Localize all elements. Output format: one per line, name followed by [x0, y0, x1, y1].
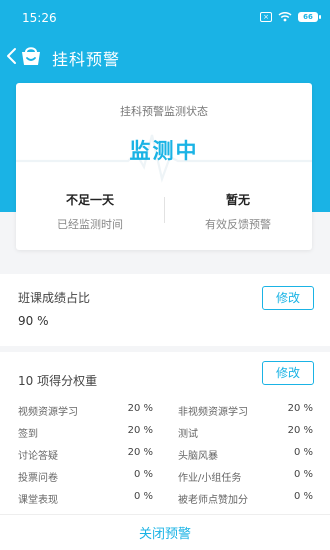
- sim-icon: ×: [260, 11, 272, 22]
- grade-ratio-value: 90 %: [18, 314, 49, 328]
- page-title: 挂科预警: [52, 50, 121, 69]
- monitor-subtitle: 挂科预警监测状态: [120, 105, 208, 118]
- weight-label: 被老师点赞加分: [178, 495, 248, 506]
- weight-label: 非视频资源学习: [178, 407, 248, 418]
- stat-value: 暂无: [225, 193, 250, 207]
- weight-value: 20 %: [287, 425, 313, 436]
- weight-value: 0 %: [293, 491, 313, 502]
- weight-label: 测试: [178, 429, 198, 440]
- weight-label: 签到: [18, 429, 38, 440]
- weight-value: 20 %: [127, 403, 153, 414]
- stat-label: 有效反馈预警: [205, 218, 271, 231]
- weight-label: 视频资源学习: [18, 407, 78, 418]
- weight-value: 20 %: [287, 403, 313, 414]
- grade-ratio-title: 班课成绩占比: [18, 291, 91, 305]
- app-logo-icon: [22, 47, 40, 65]
- weight-label: 课堂表现: [18, 495, 58, 506]
- stat-monitor-duration: 不足一天 已经监测时间: [16, 191, 164, 232]
- stat-label: 已经监测时间: [57, 218, 123, 231]
- back-arrow-icon[interactable]: [5, 46, 19, 66]
- stat-feedback-warnings: 暂无 有效反馈预警: [164, 191, 312, 232]
- status-time: 15:26: [22, 11, 57, 25]
- weights-section: 10 项得分权重 修改 视频资源学习 20 % 非视频资源学习 20 % 签到 …: [0, 352, 330, 514]
- wifi-icon: [278, 11, 292, 22]
- weight-row: 视频资源学习 20 % 非视频资源学习 20 %: [0, 403, 330, 421]
- weight-value: 20 %: [127, 425, 153, 436]
- bottom-bar: 关闭预警: [0, 514, 330, 550]
- weight-row: 投票问卷 0 % 作业/小组任务 0 %: [0, 469, 330, 487]
- weight-value: 0 %: [133, 469, 153, 480]
- weight-value: 0 %: [293, 469, 313, 480]
- weight-value: 0 %: [293, 447, 313, 458]
- weight-label: 作业/小组任务: [178, 473, 242, 484]
- nav-bar: 挂科预警: [0, 38, 330, 74]
- battery-icon: 66: [298, 11, 321, 22]
- weight-label: 讨论答疑: [18, 451, 58, 462]
- weight-label: 头脑风暴: [178, 451, 218, 462]
- weight-label: 投票问卷: [18, 473, 58, 484]
- stat-value: 不足一天: [65, 193, 114, 207]
- weight-row: 讨论答疑 20 % 头脑风暴 0 %: [0, 447, 330, 465]
- weight-value: 20 %: [127, 447, 153, 458]
- close-warning-button[interactable]: 关闭预警: [0, 523, 330, 542]
- status-bar: 15:26 × 66: [0, 0, 330, 36]
- grade-ratio-section: 班课成绩占比 修改 90 %: [0, 274, 330, 346]
- monitor-status: 监测中: [129, 139, 199, 163]
- monitor-status-card: 挂科预警监测状态 监测中 不足一天 已经监测时间 暂无 有效反馈预警: [16, 83, 312, 250]
- weights-title: 10 项得分权重: [18, 374, 98, 388]
- weight-row: 签到 20 % 测试 20 %: [0, 425, 330, 443]
- weight-value: 0 %: [133, 491, 153, 502]
- weight-row: 课堂表现 0 % 被老师点赞加分 0 %: [0, 491, 330, 509]
- edit-ratio-button[interactable]: 修改: [262, 286, 314, 310]
- edit-weights-button[interactable]: 修改: [262, 361, 314, 385]
